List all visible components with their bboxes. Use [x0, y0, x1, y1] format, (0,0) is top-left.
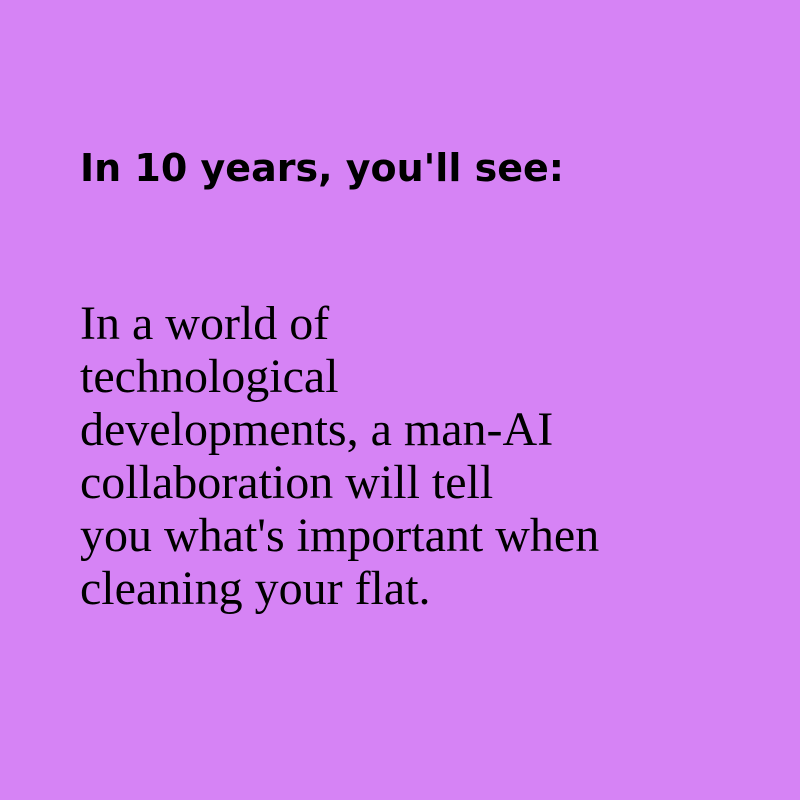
body-line: In a world of — [80, 297, 330, 350]
body-line: collaboration will tell — [80, 456, 494, 509]
body-line: developments, a man-AI — [80, 403, 554, 456]
body-line: technological — [80, 350, 339, 403]
body-line: you what's important when — [80, 509, 600, 562]
body-line: cleaning your flat. — [80, 562, 431, 615]
body-text: In a world of technological developments… — [80, 297, 599, 615]
heading: In 10 years, you'll see: — [80, 146, 564, 190]
quote-card: In 10 years, you'll see: In a world of t… — [0, 0, 800, 800]
